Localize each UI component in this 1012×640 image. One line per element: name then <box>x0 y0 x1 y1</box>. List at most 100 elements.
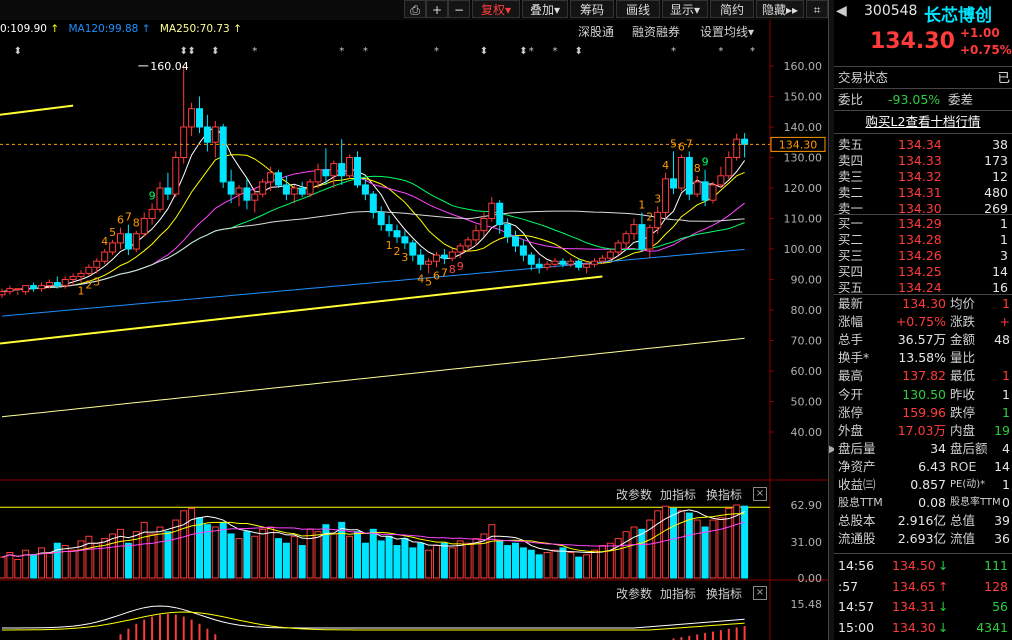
stat-label: 昨收 <box>950 386 976 402</box>
volume-bar <box>598 545 606 579</box>
switch-indicator-button[interactable]: 换指标 <box>706 486 742 503</box>
y-tick-label: 40.00 <box>791 426 823 439</box>
candle-body <box>662 178 670 213</box>
stat-value: 1 <box>1002 368 1010 384</box>
volume-bar <box>259 528 267 579</box>
stat-value: 1 <box>1002 386 1010 402</box>
stat-label: 股息率TTM <box>950 497 1001 509</box>
volume-bar <box>456 540 464 579</box>
stat-label: 流通股 <box>838 531 876 547</box>
candle-body <box>369 193 377 213</box>
y-tick-label: 70.00 <box>791 335 823 348</box>
signal-number: 1 <box>638 198 645 211</box>
switch-indicator-button[interactable]: 换指标 <box>706 585 742 602</box>
volume-bar <box>69 549 77 579</box>
event-marker-icon: * <box>339 46 344 57</box>
signal-number: 7 <box>686 137 693 150</box>
volume-bar <box>567 552 575 579</box>
candle-body <box>314 169 322 183</box>
stat-value: 0.08 <box>918 495 946 511</box>
signal-number: 1 <box>78 285 85 298</box>
stat-row: 今开 130.50 昨收 1 <box>834 386 1012 404</box>
signal-number: 3 <box>401 251 408 264</box>
price-change: +1.00 <box>960 26 1000 40</box>
macd-tick-label: 15.48 <box>791 598 823 611</box>
candle-body <box>267 172 275 183</box>
candle-body <box>275 172 282 186</box>
stat-label: 涨幅 <box>838 314 864 330</box>
volume-bar <box>164 531 172 579</box>
candle-body <box>448 251 456 259</box>
volume-bar <box>464 542 472 579</box>
signal-number: 5 <box>109 226 116 239</box>
status-value: 已 <box>997 70 1010 85</box>
event-marker-icon: * <box>529 46 534 57</box>
add-indicator-button[interactable]: 加指标 <box>660 486 696 503</box>
candle-body <box>559 260 567 265</box>
candle-body <box>472 230 480 241</box>
signal-number: 6 <box>433 269 440 282</box>
candle-body <box>527 254 535 265</box>
ma10-line <box>1 154 745 293</box>
signal-number: 6 <box>678 140 685 153</box>
edit-params-button[interactable]: 改参数 <box>616 585 652 602</box>
candle-body <box>741 138 749 145</box>
close-icon[interactable]: × <box>753 487 767 501</box>
candle-body <box>117 233 124 244</box>
add-indicator-button[interactable]: 加指标 <box>660 585 696 602</box>
signal-number: 4 <box>417 272 424 285</box>
back-arrow-icon[interactable]: ◀ <box>836 3 847 19</box>
candle-body <box>480 218 488 232</box>
stat-value: 2.693亿 <box>897 531 946 547</box>
candle-body <box>148 208 156 220</box>
volume-bar <box>583 554 591 579</box>
l2-link[interactable]: 购买L2查看十档行情 <box>834 113 1012 131</box>
close-icon[interactable]: × <box>753 586 767 600</box>
y-tick-label: 130.00 <box>784 152 823 165</box>
candle-body <box>0 291 6 296</box>
volume-bar <box>235 538 243 579</box>
stock-code: 300548 <box>864 3 918 19</box>
signal-number: 8 <box>133 217 140 230</box>
candle-body <box>685 157 693 195</box>
candle-body <box>235 187 243 195</box>
candle-body <box>614 242 622 253</box>
candle-body <box>677 157 685 189</box>
candle-body <box>219 126 227 183</box>
volume-bar <box>61 545 69 579</box>
volume-bar <box>298 545 306 579</box>
edit-params-button[interactable]: 改参数 <box>616 486 652 503</box>
candle-body <box>338 163 346 177</box>
volume-bar <box>519 547 527 579</box>
tick-price: 134.50 <box>892 558 936 573</box>
volume-bar <box>172 519 180 579</box>
stat-label: 跌停 <box>950 404 976 420</box>
weicha-label: 委差 <box>948 92 974 107</box>
candle-body <box>38 285 45 290</box>
event-marker-icon: * <box>434 46 439 57</box>
signal-number: 3 <box>93 275 100 288</box>
weibi-row: 委比 -93.05% 委差 <box>834 91 1012 109</box>
event-marker-icon: * <box>553 46 558 57</box>
weibi-value: -93.05% <box>888 92 941 107</box>
kline-chart[interactable]: 160.00150.00140.00130.00120.00110.00100.… <box>0 0 828 640</box>
divider <box>834 66 1012 67</box>
y-tick-label: 140.00 <box>784 121 823 134</box>
candle-body <box>575 260 583 268</box>
candle-body <box>22 285 30 293</box>
volume-bar <box>630 526 638 579</box>
candle-body <box>330 163 338 177</box>
event-marker-icon: ⬍ <box>575 46 583 57</box>
volume-bar <box>227 533 235 579</box>
event-marker-icon: ⬍ <box>480 46 488 57</box>
volume-bar <box>124 542 132 579</box>
stat-value: + <box>999 314 1010 330</box>
stat-value: 130.50 <box>902 386 946 402</box>
candle-body <box>132 233 140 250</box>
candle-body <box>172 157 180 195</box>
stat-label: 总手 <box>838 332 864 348</box>
volume-bar <box>6 552 14 579</box>
candle-body <box>45 282 53 287</box>
status-label: 交易状态 <box>838 70 889 85</box>
volume-bar <box>693 519 701 579</box>
